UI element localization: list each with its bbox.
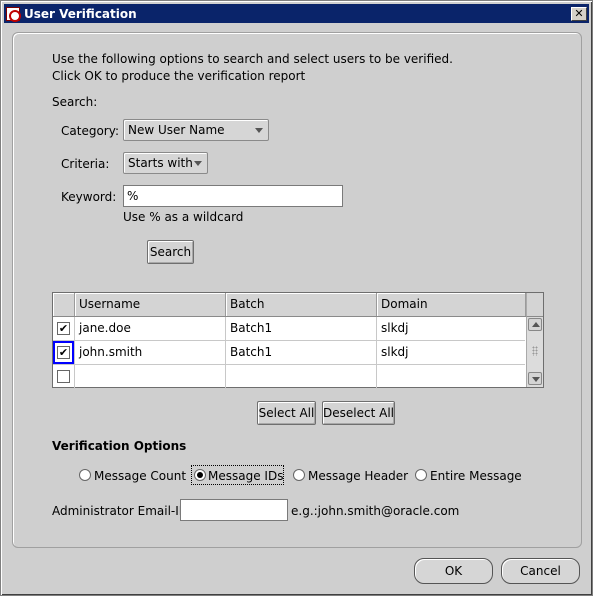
row-select-cell: ✔: [53, 341, 75, 365]
wildcard-hint: Use % as a wildcard: [123, 210, 244, 224]
table-scrollbar[interactable]: [526, 317, 543, 387]
scroll-corner: [526, 293, 543, 317]
cell-domain: slkdj: [381, 321, 409, 335]
radio-message-header[interactable]: [293, 469, 305, 481]
table-header: Username Batch Domain: [53, 293, 526, 317]
row-checkbox[interactable]: ✔: [57, 346, 70, 359]
cell-domain: [377, 365, 525, 389]
header-domain[interactable]: Domain: [377, 293, 526, 316]
category-value: New User Name: [128, 123, 225, 137]
search-heading: Search:: [52, 95, 98, 109]
title-bar: User Verification ✕: [4, 4, 589, 23]
search-button[interactable]: Search: [147, 240, 194, 264]
scroll-up-icon[interactable]: [528, 318, 542, 331]
select-all-button[interactable]: Select All: [257, 401, 316, 425]
chevron-down-icon: [194, 161, 202, 166]
cell-domain: slkdj: [381, 345, 409, 359]
verification-options-heading: Verification Options: [52, 439, 187, 453]
users-table: Username Batch Domain ✔ jane.doe Batch1 …: [52, 292, 544, 389]
user-verification-window: User Verification ✕ Use the following op…: [0, 0, 593, 596]
row-checkbox[interactable]: [57, 370, 70, 383]
window-title: User Verification: [24, 6, 137, 21]
cell-batch: Batch1: [226, 317, 377, 341]
header-batch[interactable]: Batch: [226, 293, 377, 316]
ok-button[interactable]: OK: [414, 558, 493, 584]
cell-username: [75, 365, 226, 389]
cancel-button[interactable]: Cancel: [501, 558, 580, 584]
radio-label-message-header[interactable]: Message Header: [308, 469, 408, 483]
intro-line-1: Use the following options to search and …: [52, 52, 453, 66]
intro-line-2: Click OK to produce the verification rep…: [52, 69, 306, 83]
close-icon[interactable]: ✕: [571, 6, 587, 21]
radio-label-message-ids[interactable]: Message IDs: [208, 469, 283, 483]
row-select-cell: [53, 365, 75, 389]
header-username[interactable]: Username: [75, 293, 226, 316]
scroll-grip-icon[interactable]: [532, 346, 538, 356]
criteria-select[interactable]: Starts with: [123, 152, 208, 174]
category-select[interactable]: New User Name: [123, 119, 269, 141]
row-checkbox[interactable]: ✔: [57, 322, 70, 335]
header-select-column: [53, 293, 75, 316]
keyword-input[interactable]: %: [123, 185, 343, 207]
criteria-value: Starts with: [128, 156, 193, 170]
criteria-label: Criteria:: [61, 157, 110, 171]
radio-label-entire-message[interactable]: Entire Message: [430, 469, 522, 483]
radio-label-message-count[interactable]: Message Count: [94, 469, 186, 483]
chevron-down-icon: [255, 128, 263, 133]
deselect-all-button[interactable]: Deselect All: [322, 401, 395, 425]
table-row[interactable]: ✔ jane.doe Batch1 slkdj: [53, 317, 525, 341]
radio-message-ids[interactable]: [194, 469, 206, 481]
admin-email-input[interactable]: [180, 499, 288, 521]
admin-email-hint: e.g.:john.smith@oracle.com: [291, 504, 460, 518]
app-icon: [6, 6, 21, 22]
cell-username: jane.doe: [75, 317, 226, 341]
scroll-down-icon[interactable]: [528, 372, 542, 385]
table-row[interactable]: [53, 365, 525, 389]
cell-username: john.smith: [75, 341, 226, 365]
radio-message-count[interactable]: [79, 469, 91, 481]
cell-batch: [226, 365, 377, 389]
row-select-cell: ✔: [53, 317, 75, 341]
category-label: Category:: [61, 124, 119, 138]
radio-entire-message[interactable]: [415, 469, 427, 481]
table-row[interactable]: ✔ john.smith Batch1 slkdj: [53, 341, 525, 365]
keyword-label: Keyword:: [61, 190, 117, 204]
cell-batch: Batch1: [226, 341, 377, 365]
admin-email-label: Administrator Email-ID: [52, 504, 189, 518]
